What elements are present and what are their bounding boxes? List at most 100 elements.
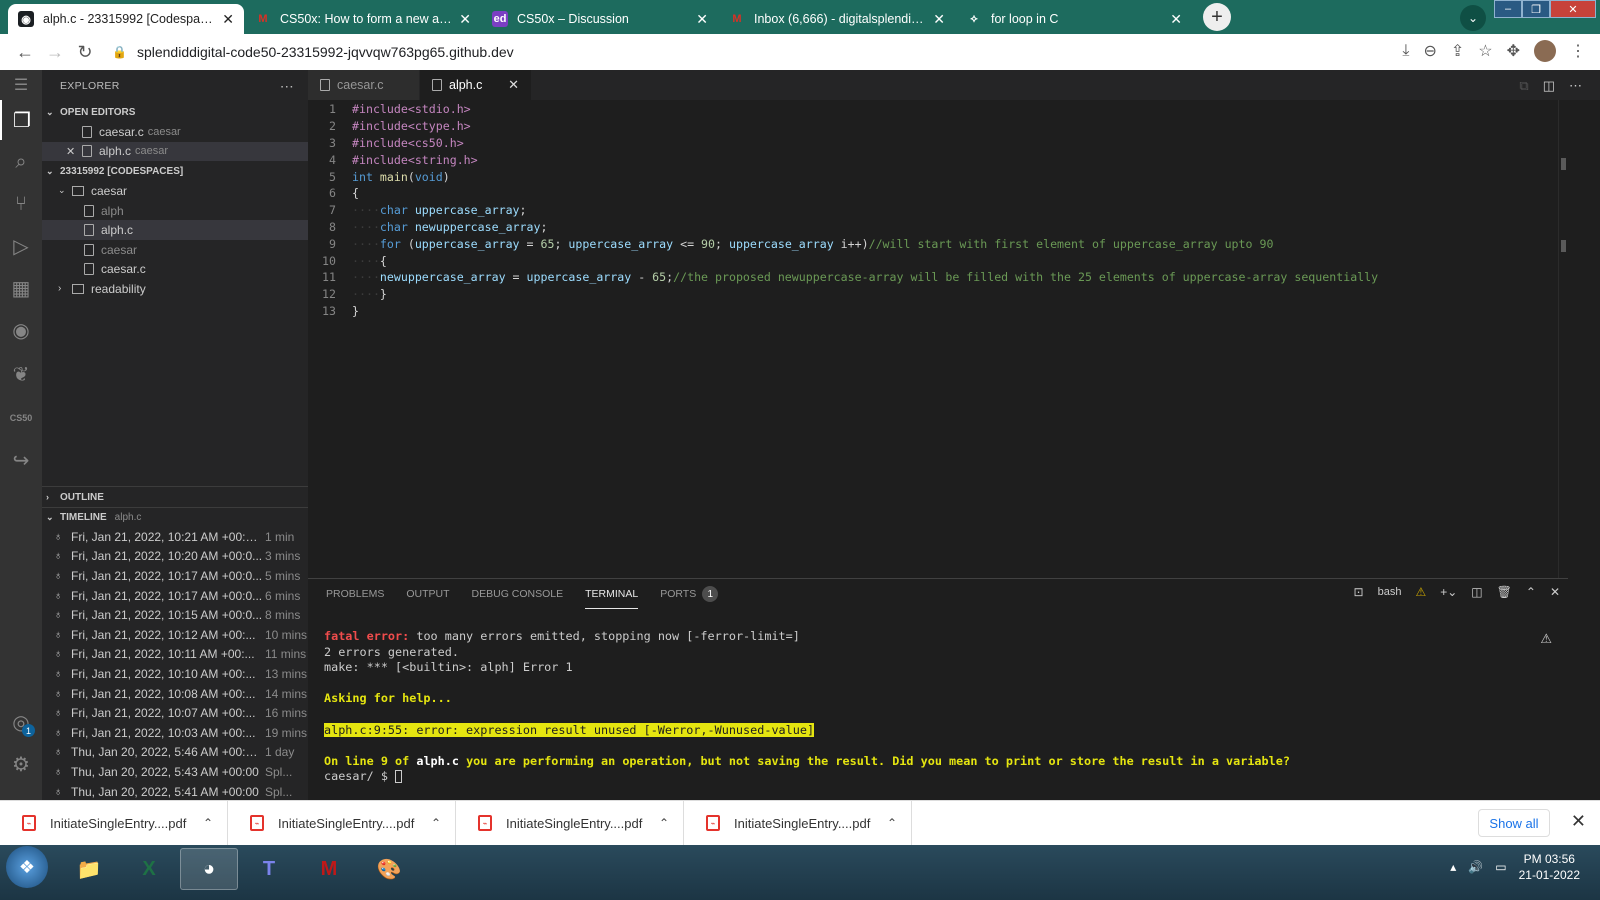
url-field[interactable]: 🔒 splendiddigital-code50-23315992-jqvvqw… [112, 44, 514, 60]
editor-scrollbar[interactable] [1558, 100, 1568, 578]
timeline-entry[interactable]: ♁ Thu, Jan 20, 2022, 5:41 AM +00:00 Spl... [42, 782, 308, 800]
extensions-icon[interactable]: ▦ [0, 268, 42, 308]
install-icon[interactable]: ⤓ [1402, 42, 1409, 60]
shell-name[interactable]: bash [1378, 586, 1402, 598]
timeline-entry[interactable]: ♁ Thu, Jan 20, 2022, 5:46 AM +00:00... 1 d… [42, 743, 308, 763]
github-icon[interactable]: ◉ [0, 310, 42, 350]
timeline-entry[interactable]: ♁ Fri, Jan 21, 2022, 10:07 AM +00:... 16 m… [42, 703, 308, 723]
download-item[interactable]: ⌁ InitiateSingleEntry....pdf ⌃ [0, 800, 228, 846]
timeline-entry[interactable]: ♁ Fri, Jan 21, 2022, 10:15 AM +00:0... 8 m… [42, 605, 308, 625]
browser-tab[interactable]: M Inbox (6,666) - digitalsplendid.ag ✕ [719, 4, 955, 34]
tree-file[interactable]: alph.c [42, 220, 308, 240]
panel-tab[interactable]: DEBUG CONSOLE [472, 579, 564, 609]
close-window-button[interactable]: ✕ [1550, 0, 1596, 18]
chevron-up-icon[interactable]: ⌃ [887, 816, 897, 830]
download-item[interactable]: ⌁ InitiateSingleEntry....pdf ⌃ [228, 800, 456, 846]
trash-icon[interactable]: 🗑 [1497, 585, 1512, 599]
timeline-header[interactable]: ⌄ TIMELINE alph.c [42, 507, 308, 527]
open-editor-item[interactable]: caesar.c caesar [42, 122, 308, 142]
timeline-entry[interactable]: ♁ Fri, Jan 21, 2022, 10:11 AM +00:... 11 m… [42, 645, 308, 665]
teams-icon[interactable]: T [240, 848, 298, 890]
tree-file[interactable]: caesar.c [42, 260, 308, 280]
close-tab-icon[interactable]: ✕ [222, 11, 234, 28]
explorer-icon[interactable]: ❐ [0, 100, 42, 140]
split-terminal-icon[interactable]: ◫ [1471, 585, 1482, 599]
chevron-up-icon[interactable]: ⌃ [659, 816, 669, 830]
panel-tab[interactable]: OUTPUT [406, 579, 449, 609]
share-icon[interactable]: ⇪ [1451, 41, 1464, 61]
bookmark-star-icon[interactable]: ☆ [1478, 41, 1492, 61]
file-explorer-icon[interactable]: 📁 [60, 848, 118, 890]
new-tab-button[interactable]: + [1203, 3, 1231, 31]
volume-icon[interactable]: 🔊 [1468, 860, 1483, 874]
open-editor-item[interactable]: ✕ alph.c caesar [42, 141, 308, 162]
timeline-entry[interactable]: ♁ Fri, Jan 21, 2022, 10:03 AM +00:... 19 m… [42, 723, 308, 743]
tree-file[interactable]: alph [42, 201, 308, 221]
close-tab-icon[interactable]: ✕ [508, 77, 519, 93]
restore-button[interactable]: ❐ [1522, 0, 1550, 18]
minimize-button[interactable]: – [1494, 0, 1522, 18]
network-icon[interactable]: ▭ [1495, 860, 1506, 874]
editor-tab[interactable]: alph.c ✕ [420, 70, 532, 100]
chrome-icon[interactable]: ◕ [180, 848, 238, 890]
search-icon[interactable]: ⌕ [0, 142, 42, 182]
timeline-entry[interactable]: ♁ Fri, Jan 21, 2022, 10:20 AM +00:0... 3 m… [42, 547, 308, 567]
close-tab-icon[interactable]: ✕ [1170, 11, 1182, 28]
cs50-icon[interactable]: CS50 [0, 398, 42, 438]
tab-search-icon[interactable]: ⌄ [1460, 5, 1486, 31]
chevron-up-icon[interactable]: ⌃ [431, 816, 441, 830]
accounts-icon[interactable]: ◎ 1 [0, 702, 42, 742]
open-changes-icon[interactable]: ⧉ [1519, 78, 1528, 94]
back-icon[interactable]: ← [10, 42, 40, 63]
show-all-button[interactable]: Show all [1478, 809, 1550, 837]
panel-tab[interactable]: PORTS 1 [660, 579, 719, 609]
editor-tab[interactable]: caesar.c [308, 70, 420, 100]
panel-tab[interactable]: TERMINAL [585, 579, 639, 609]
open-editors-header[interactable]: ⌄ OPEN EDITORS [42, 102, 308, 122]
maximize-panel-icon[interactable]: ⌃ [1526, 585, 1536, 599]
excel-icon[interactable]: X [120, 848, 178, 890]
menu-icon[interactable]: ☰ [0, 70, 42, 100]
run-debug-icon[interactable]: ▷ [0, 226, 42, 266]
mcafee-icon[interactable]: M [300, 848, 358, 890]
paint-icon[interactable]: 🎨 [360, 848, 418, 890]
browser-tab[interactable]: ed CS50x – Discussion ✕ [482, 4, 718, 34]
download-item[interactable]: ⌁ InitiateSingleEntry....pdf ⌃ [684, 800, 912, 846]
download-item[interactable]: ⌁ InitiateSingleEntry....pdf ⌃ [456, 800, 684, 846]
source-control-icon[interactable]: ⑂ [0, 184, 42, 224]
workspace-header[interactable]: ⌄ 23315992 [CODESPACES] [42, 161, 308, 181]
live-share-icon[interactable]: ↪ [0, 440, 42, 480]
close-tab-icon[interactable]: ✕ [933, 11, 945, 28]
outline-header[interactable]: › OUTLINE [42, 487, 308, 507]
browser-tab[interactable]: ◉ alph.c - 23315992 [Codespaces] - Vis ✕ [8, 4, 244, 34]
extensions-icon[interactable]: ✥ [1507, 41, 1520, 61]
show-hidden-icons[interactable]: ▴ [1450, 860, 1456, 874]
settings-gear-icon[interactable]: ⚙ [0, 744, 42, 784]
terminal-shell-icon[interactable]: ⊡ [1354, 585, 1364, 599]
timeline-entry[interactable]: ♁ Thu, Jan 20, 2022, 5:43 AM +00:00 Spl... [42, 762, 308, 782]
close-icon[interactable]: ✕ [66, 145, 82, 158]
timeline-entry[interactable]: ♁ Fri, Jan 21, 2022, 10:08 AM +00:... 14 m… [42, 684, 308, 704]
forward-icon[interactable]: → [40, 42, 70, 63]
terminal-output[interactable]: fatal error: too many errors emitted, st… [324, 629, 1290, 785]
new-terminal-icon[interactable]: +⌄ [1440, 585, 1457, 599]
timeline-entry[interactable]: ♁ Fri, Jan 21, 2022, 10:12 AM +00:... 10 m… [42, 625, 308, 645]
split-editor-icon[interactable]: ◫ [1543, 78, 1555, 94]
more-actions-icon[interactable]: ⋯ [1569, 78, 1582, 94]
browser-tab[interactable]: ⟡ for loop in C ✕ [956, 4, 1192, 34]
start-button[interactable]: ❖ [6, 846, 48, 888]
more-actions-icon[interactable]: ⋯ [280, 78, 294, 95]
clock[interactable]: PM 03:56 21-01-2022 [1519, 851, 1580, 883]
close-tab-icon[interactable]: ✕ [696, 11, 708, 28]
panel-tab[interactable]: PROBLEMS [326, 579, 384, 609]
timeline-entry[interactable]: ♁ Fri, Jan 21, 2022, 10:10 AM +00:... 13 m… [42, 664, 308, 684]
folder-readability[interactable]: › readability [42, 279, 308, 299]
close-downloads-icon[interactable]: ✕ [1571, 811, 1586, 832]
reload-icon[interactable]: ↻ [70, 42, 100, 63]
folder-caesar[interactable]: ⌄ caesar [42, 181, 308, 201]
chevron-up-icon[interactable]: ⌃ [203, 816, 213, 830]
browser-menu-icon[interactable]: ⋮ [1570, 41, 1586, 61]
profile-avatar[interactable] [1534, 40, 1556, 62]
close-panel-icon[interactable]: ✕ [1550, 585, 1560, 599]
close-tab-icon[interactable]: ✕ [459, 11, 471, 28]
